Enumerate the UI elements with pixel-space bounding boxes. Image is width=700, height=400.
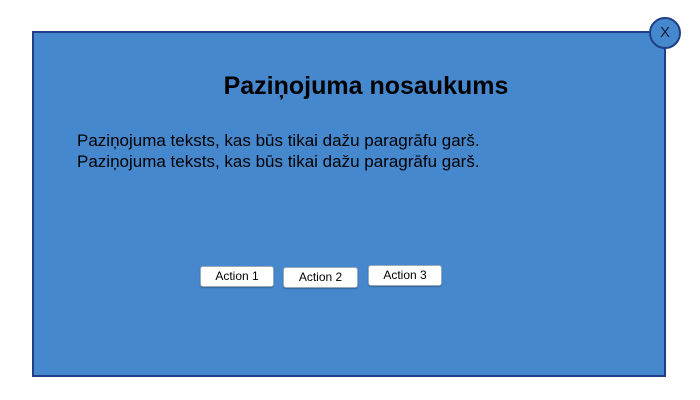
- action-2-button[interactable]: Action 2: [283, 267, 358, 288]
- close-button[interactable]: X: [649, 17, 681, 49]
- dialog-body-text: Paziņojuma teksts, kas būs tikai dažu pa…: [77, 131, 480, 171]
- notification-dialog: Paziņojuma nosaukums Paziņojuma teksts, …: [32, 31, 666, 377]
- action-1-button[interactable]: Action 1: [200, 266, 274, 287]
- close-icon: X: [659, 24, 670, 41]
- action-3-button[interactable]: Action 3: [368, 265, 442, 286]
- dialog-title: Paziņojuma nosaukums: [223, 72, 509, 100]
- page: Paziņojuma nosaukums Paziņojuma teksts, …: [0, 0, 700, 400]
